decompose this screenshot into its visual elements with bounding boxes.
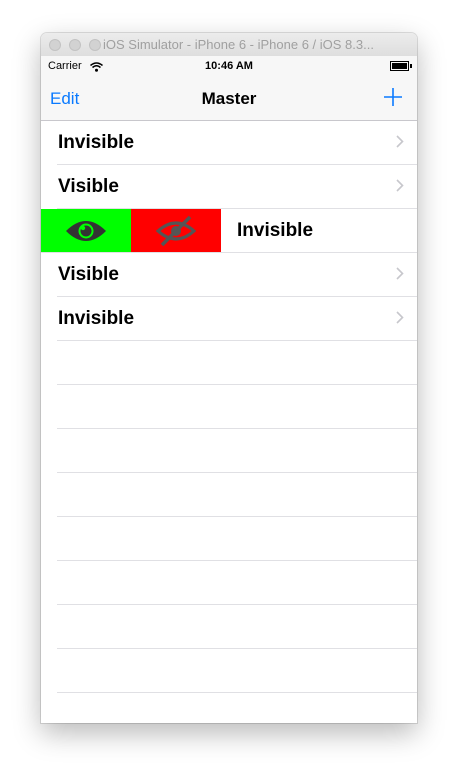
chevron-right-icon <box>396 267 404 285</box>
make-invisible-action-button[interactable] <box>131 209 221 252</box>
nav-title: Master <box>201 89 257 108</box>
empty-row-separator <box>57 517 417 561</box>
empty-row-separator <box>57 341 417 385</box>
table-row-swiped[interactable]: Invisible <box>41 209 417 253</box>
empty-row-separator <box>57 429 417 473</box>
chevron-right-icon <box>396 135 404 153</box>
chevron-right-icon <box>396 179 404 197</box>
row-label: Visible <box>58 176 119 197</box>
empty-row-separator <box>57 605 417 649</box>
row-label: Visible <box>58 264 119 285</box>
battery-icon <box>390 61 412 71</box>
eye-slash-icon <box>155 215 197 246</box>
navigation-bar: Edit Master <box>41 76 417 121</box>
row-label: Invisible <box>237 220 314 241</box>
chevron-right-icon <box>396 311 404 329</box>
plus-icon <box>384 88 402 106</box>
window-titlebar: iOS Simulator - iPhone 6 - iPhone 6 / iO… <box>41 33 417 57</box>
empty-row-separator <box>57 473 417 517</box>
table-row[interactable]: Invisible <box>57 121 417 165</box>
window-title: iOS Simulator - iPhone 6 - iPhone 6 / iO… <box>103 37 374 52</box>
table-row[interactable]: Visible <box>57 253 417 297</box>
table-row[interactable]: Visible <box>57 165 417 209</box>
close-window-button[interactable] <box>49 39 61 51</box>
empty-row-separator <box>57 561 417 605</box>
add-button[interactable] <box>383 87 403 107</box>
empty-row-separator <box>57 385 417 429</box>
row-label: Invisible <box>58 132 135 153</box>
eye-icon <box>66 220 106 241</box>
master-table: Invisible Visible Invisible Visible Invi… <box>41 121 417 693</box>
minimize-window-button[interactable] <box>69 39 81 51</box>
status-bar: Carrier 10:46 AM <box>41 56 417 76</box>
empty-row-separator <box>57 649 417 693</box>
row-label: Invisible <box>58 308 135 329</box>
make-visible-action-button[interactable] <box>41 209 131 252</box>
table-row[interactable]: Invisible <box>57 297 417 341</box>
simulator-window: iOS Simulator - iPhone 6 - iPhone 6 / iO… <box>41 33 417 723</box>
device-screen: Carrier 10:46 AM Edit Master Invisible V… <box>41 56 417 723</box>
status-time: 10:46 AM <box>205 60 253 72</box>
zoom-window-button[interactable] <box>89 39 101 51</box>
